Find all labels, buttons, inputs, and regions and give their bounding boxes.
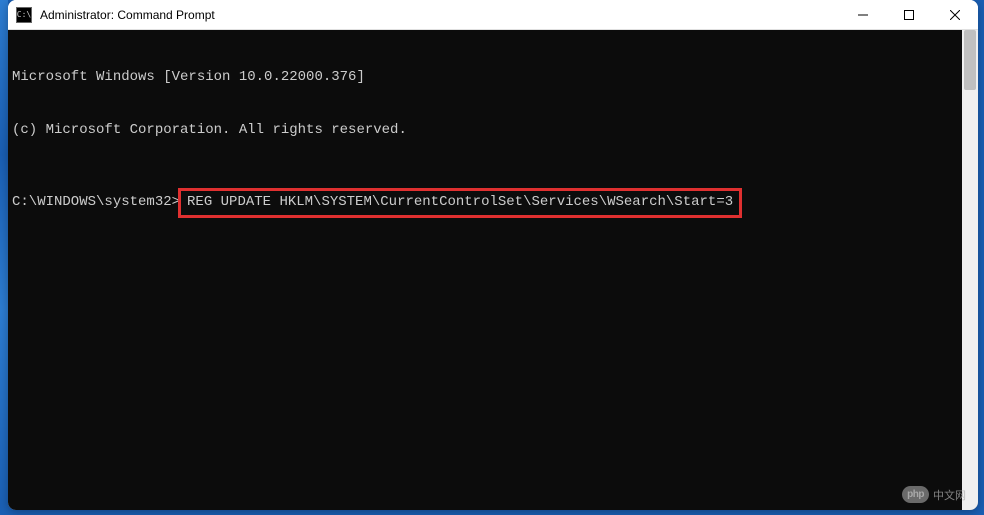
terminal-prompt-line: C:\WINDOWS\system32> REG UPDATE HKLM\SYS… — [12, 188, 958, 218]
terminal-version-line: Microsoft Windows [Version 10.0.22000.37… — [12, 69, 958, 87]
close-icon — [950, 10, 960, 20]
window-title: Administrator: Command Prompt — [40, 8, 840, 22]
title-bar[interactable]: C:\ Administrator: Command Prompt — [8, 0, 978, 30]
minimize-icon — [858, 10, 868, 20]
terminal-copyright-line: (c) Microsoft Corporation. All rights re… — [12, 122, 958, 140]
maximize-icon — [904, 10, 914, 20]
terminal-content[interactable]: Microsoft Windows [Version 10.0.22000.37… — [8, 30, 962, 510]
scrollbar-thumb[interactable] — [964, 30, 976, 90]
terminal-area: Microsoft Windows [Version 10.0.22000.37… — [8, 30, 978, 510]
cmd-icon: C:\ — [16, 7, 32, 23]
terminal-prompt: C:\WINDOWS\system32> — [12, 194, 180, 212]
maximize-button[interactable] — [886, 0, 932, 29]
vertical-scrollbar[interactable] — [962, 30, 978, 510]
close-button[interactable] — [932, 0, 978, 29]
watermark-text: 中文网 — [933, 487, 966, 503]
watermark: php 中文网 — [902, 486, 966, 503]
desktop-left-edge — [0, 0, 8, 515]
watermark-badge: php — [902, 486, 929, 503]
command-prompt-window: C:\ Administrator: Command Prompt — [8, 0, 978, 510]
minimize-button[interactable] — [840, 0, 886, 29]
cmd-icon-text: C:\ — [17, 11, 31, 19]
window-controls — [840, 0, 978, 29]
highlighted-command: REG UPDATE HKLM\SYSTEM\CurrentControlSet… — [178, 188, 742, 218]
